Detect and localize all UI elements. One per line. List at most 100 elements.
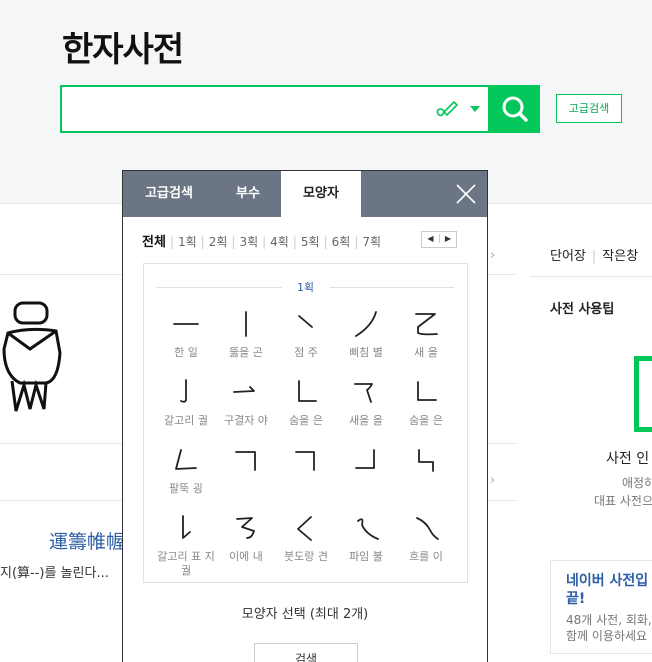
stroke-shape-icon: [175, 449, 197, 470]
shape-label: 새을 을: [349, 414, 383, 427]
search-input[interactable]: [60, 85, 490, 133]
shape-item[interactable]: 뚫을 곤: [216, 308, 276, 360]
shape-label: 삐침 별: [349, 346, 383, 359]
popup-tabs: 고급검색 부수 모양자: [123, 171, 487, 217]
stroke-shape-icon: [417, 381, 437, 401]
chevron-right-icon[interactable]: ›: [490, 248, 495, 263]
shape-item[interactable]: [216, 444, 276, 482]
word-of-day[interactable]: 運籌帷幄: [49, 527, 125, 554]
shape-label: 숨을 은: [409, 414, 443, 427]
shape-item[interactable]: 흐를 이: [396, 512, 456, 564]
stroke-filter-5[interactable]: 5획: [301, 233, 320, 250]
shape-item[interactable]: 새을 을: [336, 376, 396, 428]
tab-wordbook[interactable]: 단어장: [550, 249, 586, 264]
shape-label: 이에 내: [229, 550, 263, 563]
shape-label: 새 을: [414, 346, 438, 359]
tab-small-window[interactable]: 작은창: [602, 249, 638, 264]
shape-item[interactable]: 한 일: [156, 308, 216, 360]
shape-label: 갈고리 표 지 궐: [157, 550, 215, 577]
shape-item[interactable]: 숨을 은: [396, 376, 456, 428]
shape-item[interactable]: 새 을: [396, 308, 456, 360]
shape-label: 팔뚝 굉: [169, 482, 203, 495]
stroke-shape-icon: [236, 517, 255, 539]
shape-label: 점 주: [294, 346, 318, 359]
stroke-shape-icon: [298, 380, 317, 402]
tip-title: 사전 사용팁: [550, 302, 615, 317]
shape-item[interactable]: 점 주: [276, 308, 336, 360]
tab-shape[interactable]: 모양자: [281, 171, 361, 217]
shape-item[interactable]: 갈고리 표 지 궐: [156, 512, 216, 578]
naver-dict-desc: 48개 사전, 회화, 함께 이용하세요: [566, 613, 652, 643]
shape-item[interactable]: [276, 444, 336, 482]
tip-heading: 사전 인: [606, 451, 650, 467]
tip-text-1: 애정하: [622, 476, 652, 490]
next-icon[interactable]: ▶: [439, 234, 456, 243]
stroke-shape-icon: [298, 315, 313, 328]
stroke-shape-icon: [180, 379, 187, 403]
naver-dict-title[interactable]: 네이버 사전입 끝!: [566, 572, 648, 608]
stroke-filter-1[interactable]: 1획: [178, 233, 197, 250]
shape-label: 흐를 이: [409, 550, 443, 563]
stroke-shape-icon: [173, 323, 199, 325]
word-meaning: 지(算--)를 놀린다...: [0, 566, 109, 581]
tip-illustration: [634, 356, 652, 432]
tab-radical[interactable]: 부수: [215, 171, 281, 217]
stroke-filter: 전체 | 1획 | 2획 | 3획 | 4획 | 5획 | 6획 | 7획: [142, 231, 381, 250]
site-logo[interactable]: 한자사전: [62, 22, 184, 71]
stroke-filter-4[interactable]: 4획: [270, 233, 289, 250]
shape-label: 갈고리 궐: [164, 414, 208, 427]
shape-item[interactable]: 팔뚝 굉: [156, 444, 216, 496]
shape-item[interactable]: 파임 불: [336, 512, 396, 564]
selection-info: 모양자 선택 (최대 2개): [241, 607, 369, 622]
shape-item[interactable]: 붓도랑 견: [276, 512, 336, 564]
divider: [530, 276, 652, 277]
shape-label: 숨을 은: [289, 414, 323, 427]
stroke-filter-7[interactable]: 7획: [362, 233, 381, 250]
shape-item[interactable]: 갈고리 궐: [156, 376, 216, 428]
prev-icon[interactable]: ◀: [422, 234, 439, 243]
shape-grid: 1획 한 일 뚫을 곤 점 주 삐침 별 새 을갈고리 궐 구결자 야 숨을 은 새을 을 숨을…: [143, 263, 468, 583]
hanja-illustration: [2, 301, 62, 412]
stroke-shape-icon: [245, 311, 247, 337]
advanced-search-button[interactable]: 고급검색: [556, 94, 622, 123]
stroke-shape-icon: [355, 449, 375, 469]
shape-item[interactable]: [396, 444, 456, 482]
shape-label: 뚫을 곤: [229, 346, 263, 359]
stroke-shape-icon: [357, 518, 379, 540]
stroke-shape-icon: [297, 516, 312, 541]
stroke-shape-icon: [233, 386, 255, 393]
shape-item[interactable]: [336, 444, 396, 482]
tip-text-2: 대표 사전으: [594, 494, 652, 508]
popup-search-button[interactable]: 검색: [254, 643, 358, 662]
search-icon: [502, 96, 528, 122]
chevron-right-icon[interactable]: ›: [490, 473, 495, 488]
shape-item[interactable]: 구결자 야: [216, 376, 276, 428]
stroke-filter-3[interactable]: 3획: [239, 233, 258, 250]
stroke-group-title: 1획: [296, 281, 315, 294]
shape-item[interactable]: 숨을 은: [276, 376, 336, 428]
stroke-filter-6[interactable]: 6획: [332, 233, 351, 250]
close-icon[interactable]: [454, 182, 478, 206]
stroke-shape-icon: [416, 517, 439, 540]
search-button[interactable]: [490, 85, 540, 133]
shape-search-popup: 고급검색 부수 모양자 전체 | 1획 | 2획 | 3획 | 4획 | 5획 | 6획 | 7획 ◀ ▶ …: [122, 170, 488, 662]
tab-advanced-search[interactable]: 고급검색: [123, 171, 215, 217]
stroke-shape-icon: [415, 313, 438, 336]
shape-label: 파임 불: [349, 550, 383, 563]
stroke-shape-icon: [182, 515, 191, 539]
stroke-shape-icon: [295, 451, 315, 471]
shape-item[interactable]: 이에 내: [216, 512, 276, 564]
stroke-shape-icon: [355, 311, 377, 337]
shape-item[interactable]: 삐침 별: [336, 308, 396, 360]
handwriting-pen-icon[interactable]: [434, 98, 460, 120]
shape-label: 한 일: [174, 346, 198, 359]
shape-label: 구결자 야: [224, 414, 268, 427]
stroke-filter-all[interactable]: 전체: [142, 231, 166, 250]
stroke-shape-icon: [418, 449, 434, 472]
stroke-filter-2[interactable]: 2획: [209, 233, 228, 250]
shape-label: 붓도랑 견: [284, 550, 328, 563]
right-tabs: 단어장 | 작은창: [550, 249, 639, 264]
stroke-shape-icon: [354, 383, 373, 403]
stroke-pager: ◀ ▶: [421, 231, 457, 248]
chevron-down-icon[interactable]: [470, 106, 480, 112]
